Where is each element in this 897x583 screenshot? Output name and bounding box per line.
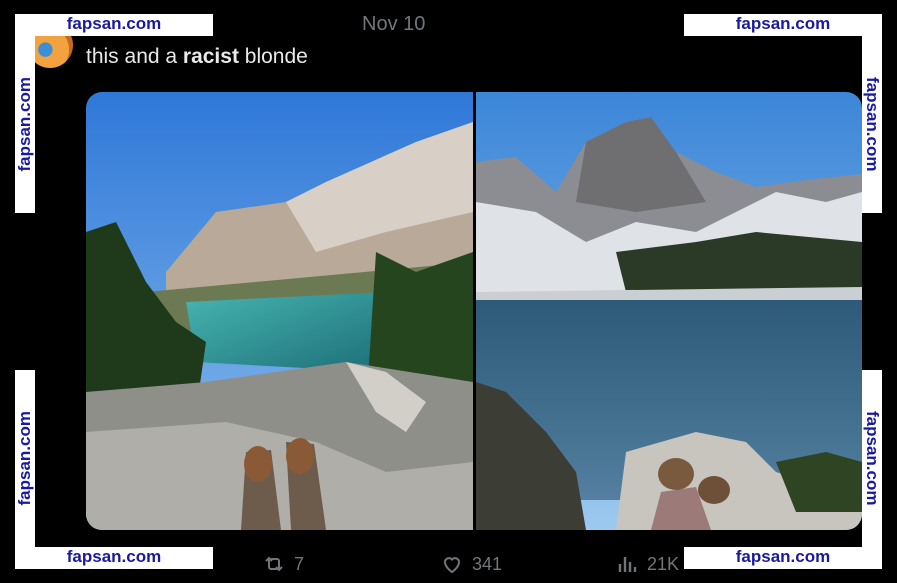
watermark-left-top: fapsan.com — [15, 36, 35, 213]
repost-icon — [265, 556, 283, 572]
watermark-right-top-text: fapsan.com — [863, 77, 882, 172]
screen: Nov 10 this and a racist blonde 7 341 21… — [0, 0, 897, 583]
photo-right-image — [476, 92, 862, 530]
post-media — [86, 92, 862, 530]
watermark-left-bottom: fapsan.com — [15, 370, 35, 547]
watermark-right-bottom: fapsan.com — [862, 370, 882, 547]
watermark-left-top-text: fapsan.com — [15, 77, 34, 172]
post-text-prefix: this and a — [86, 45, 183, 68]
views-button[interactable]: 21K — [615, 552, 679, 576]
views-count: 21K — [647, 553, 680, 574]
repost-count: 7 — [294, 553, 305, 574]
watermark-top-left: fapsan.com — [15, 14, 213, 36]
post-text: this and a racist blonde — [86, 45, 308, 69]
post-text-bold: racist — [182, 45, 239, 68]
watermark-right-bottom-text: fapsan.com — [863, 411, 882, 506]
bar-chart-icon — [618, 557, 637, 572]
watermark-top-right: fapsan.com — [684, 14, 882, 36]
like-count: 341 — [472, 553, 503, 574]
photo-left[interactable] — [86, 92, 473, 530]
watermark-bottom-left: fapsan.com — [15, 547, 213, 569]
post-date[interactable]: Nov 10 — [362, 13, 425, 36]
watermark-bottom-right: fapsan.com — [684, 547, 882, 569]
watermark-left-bottom-text: fapsan.com — [15, 411, 34, 506]
repost-button[interactable]: 7 — [262, 552, 304, 576]
heart-icon — [443, 557, 461, 574]
photo-right[interactable] — [476, 92, 862, 530]
photo-left-image — [86, 92, 473, 530]
post-text-suffix: blonde — [238, 45, 308, 68]
like-button[interactable]: 341 — [440, 552, 502, 576]
watermark-right-top: fapsan.com — [862, 36, 882, 213]
